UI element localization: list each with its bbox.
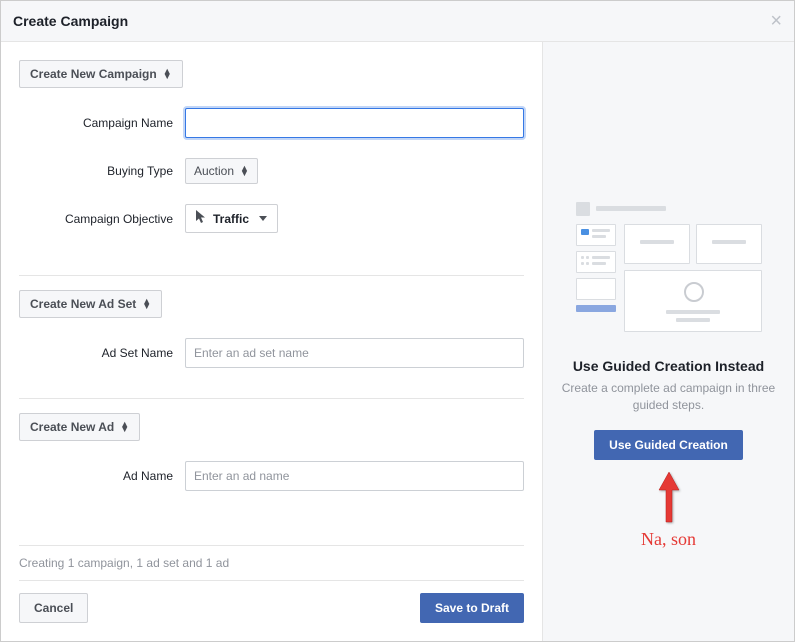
adset-section: Create New Ad Set ▲▼ Ad Set Name: [19, 290, 524, 384]
sort-icon: ▲▼: [120, 422, 129, 433]
objective-dropdown[interactable]: Traffic: [185, 204, 278, 233]
buying-type-row: Buying Type Auction ▲▼: [19, 158, 524, 184]
dropdown-label: Create New Campaign: [30, 67, 157, 81]
buying-type-dropdown[interactable]: Auction ▲▼: [185, 158, 258, 184]
annotation-text: Na, son: [641, 529, 696, 550]
use-guided-creation-button[interactable]: Use Guided Creation: [594, 430, 743, 460]
footer-info: Creating 1 campaign, 1 ad set and 1 ad: [19, 545, 524, 580]
save-to-draft-button[interactable]: Save to Draft: [420, 593, 524, 623]
cancel-button[interactable]: Cancel: [19, 593, 88, 623]
arrow-up-icon: [657, 472, 681, 527]
adset-name-label: Ad Set Name: [19, 346, 173, 360]
dropdown-label: Create New Ad: [30, 420, 114, 434]
dropdown-label: Create New Ad Set: [30, 297, 136, 311]
create-new-ad-dropdown[interactable]: Create New Ad ▲▼: [19, 413, 140, 441]
objective-row: Campaign Objective Traffic: [19, 204, 524, 233]
main-panel: Create New Campaign ▲▼ Campaign Name Buy…: [1, 42, 543, 641]
ad-section: Create New Ad ▲▼ Ad Name: [19, 413, 524, 507]
objective-label: Campaign Objective: [19, 212, 173, 226]
modal-body: Create New Campaign ▲▼ Campaign Name Buy…: [1, 42, 794, 641]
sort-icon: ▲▼: [142, 299, 151, 310]
side-desc: Create a complete ad campaign in three g…: [555, 380, 782, 414]
ad-name-row: Ad Name: [19, 461, 524, 491]
divider: [19, 275, 524, 276]
modal-title: Create Campaign: [13, 13, 128, 29]
footer-actions: Cancel Save to Draft: [19, 580, 524, 623]
create-campaign-modal: Create Campaign × Create New Campaign ▲▼…: [0, 0, 795, 642]
create-new-campaign-dropdown[interactable]: Create New Campaign ▲▼: [19, 60, 183, 88]
buying-type-label: Buying Type: [19, 164, 173, 178]
campaign-section: Create New Campaign ▲▼ Campaign Name Buy…: [19, 60, 524, 261]
chevron-down-icon: [259, 216, 267, 221]
buying-type-value: Auction: [194, 164, 234, 178]
campaign-name-row: Campaign Name: [19, 108, 524, 138]
adset-name-row: Ad Set Name: [19, 338, 524, 368]
side-panel: Use Guided Creation Instead Create a com…: [543, 42, 794, 641]
ad-name-input[interactable]: [185, 461, 524, 491]
cursor-icon: [196, 210, 207, 227]
close-icon[interactable]: ×: [770, 11, 782, 31]
adset-name-input[interactable]: [185, 338, 524, 368]
divider: [19, 398, 524, 399]
sort-icon: ▲▼: [240, 166, 249, 177]
objective-value: Traffic: [213, 212, 249, 226]
ad-name-label: Ad Name: [19, 469, 173, 483]
sort-icon: ▲▼: [163, 69, 172, 80]
side-title: Use Guided Creation Instead: [573, 358, 764, 374]
create-new-adset-dropdown[interactable]: Create New Ad Set ▲▼: [19, 290, 162, 318]
campaign-name-label: Campaign Name: [19, 116, 173, 130]
campaign-name-input[interactable]: [185, 108, 524, 138]
guided-creation-illustration: [576, 202, 762, 342]
modal-header: Create Campaign ×: [1, 1, 794, 42]
